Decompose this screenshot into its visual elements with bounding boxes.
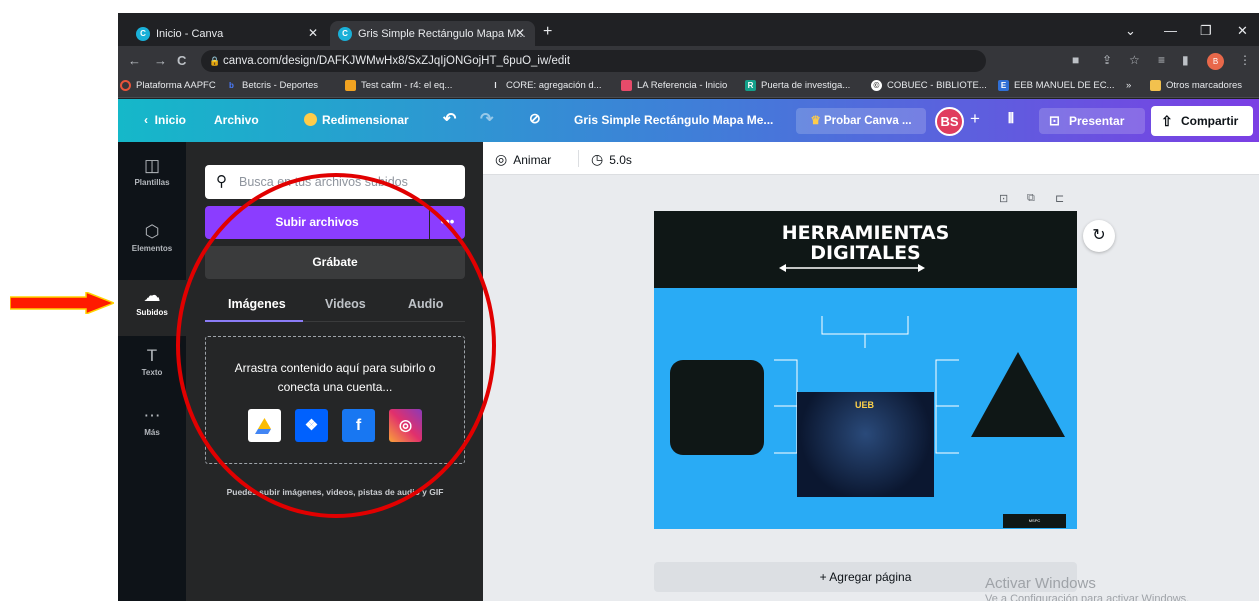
close-window-button[interactable]: ✕ — [1237, 23, 1248, 39]
rail-item-templates[interactable]: ◫ Plantillas — [118, 156, 186, 206]
tab-inicio-canva[interactable]: C Inicio - Canva ✕ — [128, 21, 328, 46]
undo-icon[interactable]: ↶ — [443, 109, 456, 129]
canva-favicon-icon: C — [338, 26, 352, 41]
search-icon: ⚲ — [216, 173, 227, 190]
crown-icon — [304, 113, 317, 126]
tab-search-icon[interactable]: ⌄ — [1125, 23, 1136, 39]
close-tab-icon[interactable]: ✕ — [308, 26, 318, 40]
bookmark-item[interactable]: © COBUEC - BIBLIOTE... — [871, 80, 987, 91]
bookmark-item[interactable]: LA Referencia - Inicio — [621, 80, 727, 91]
chevron-left-icon: ‹ — [144, 113, 155, 127]
address-bar-row: ← → C 🔒 canva.com/design/DAFKJWMwHx8/SxZ… — [118, 46, 1259, 76]
reload-icon[interactable]: C — [177, 53, 186, 68]
elements-icon: ⬡ — [144, 222, 160, 241]
annotation-circle — [176, 173, 496, 518]
annotation-arrow — [10, 292, 114, 314]
side-panel-icon[interactable]: ▮ — [1182, 53, 1189, 67]
slide-title[interactable]: HERRAMIENTAS DIGITALES — [654, 223, 1077, 263]
new-tab-button[interactable]: + — [543, 23, 552, 41]
bookmark-item[interactable]: b Betcris - Deportes — [226, 80, 318, 91]
canva-header: ‹ Inicio Archivo Redimensionar ↶ ↷ ⊘ Gri… — [118, 99, 1259, 142]
more-icon: ⋯ — [143, 406, 161, 425]
slide-footer-tag: MSPC — [1003, 514, 1066, 528]
resize-button[interactable]: Redimensionar — [304, 113, 409, 127]
duration-button[interactable]: ◷ 5.0s — [591, 151, 632, 168]
bookmark-item[interactable]: R Puerta de investiga... — [745, 80, 850, 91]
bookmark-item[interactable]: I CORE: agregación d... — [490, 80, 601, 91]
tab-label: Gris Simple Rectángulo Mapa M... — [358, 27, 526, 40]
present-icon: ⊡ — [1049, 113, 1060, 128]
reading-list-icon[interactable]: ≡ — [1158, 53, 1165, 67]
editor-subtoolbar: ◎ Animar ◷ 5.0s — [483, 142, 1259, 175]
url-field[interactable]: 🔒 canva.com/design/DAFKJWMwHx8/SxZJqIjON… — [201, 50, 986, 72]
camera-icon[interactable]: ■ — [1072, 53, 1079, 67]
lock-page-icon[interactable]: ⊡ — [999, 192, 1008, 205]
double-arrow-line — [779, 264, 925, 272]
other-bookmarks[interactable]: Otros marcadores — [1150, 80, 1242, 91]
menu-dots-icon[interactable]: ⋮ — [1239, 53, 1251, 67]
url-text: canva.com/design/DAFKJWMwHx8/SxZJqIjONGo… — [223, 55, 571, 67]
minimize-button[interactable]: — — [1164, 23, 1177, 38]
left-rail: ◫ Plantillas ⬡ Elementos ☁ Subidos T Texto ⋯… — [118, 142, 186, 601]
share-page-icon[interactable]: ⇪ — [1102, 53, 1112, 67]
triangle-shape[interactable] — [971, 352, 1065, 437]
slide-title-line-2: DIGITALES — [810, 242, 921, 264]
windows-activation-title: Activar Windows — [985, 575, 1096, 592]
lock-icon: 🔒 — [209, 56, 221, 66]
restore-button[interactable]: ❐ — [1200, 23, 1212, 39]
digital-tools-image[interactable]: UEB — [797, 392, 934, 497]
bookmark-item[interactable]: Test cafm - r4: el eq... — [345, 80, 452, 91]
forward-icon[interactable]: → — [154, 53, 167, 68]
windows-activation-subtitle: Ve a Configuración para activar Windows. — [985, 593, 1190, 601]
close-tab-icon[interactable]: ✕ — [515, 26, 525, 40]
profile-avatar[interactable]: B — [1207, 53, 1224, 70]
add-collaborator-button[interactable]: + — [970, 109, 980, 129]
home-button[interactable]: ‹ Inicio — [144, 113, 186, 127]
file-menu-button[interactable]: Archivo — [214, 113, 259, 127]
insights-chart-icon[interactable]: ⫴ — [1008, 110, 1014, 127]
bookmark-item[interactable]: Plataforma AAPFC — [120, 80, 216, 91]
editor-workspace: ◎ Animar ◷ 5.0s ⊡ ⧉ ⊏ HERRAMIENTAS DIGITAL… — [483, 142, 1259, 601]
slide-title-line-1: HERRAMIENTAS — [781, 222, 950, 244]
try-pro-button[interactable]: ♛ Probar Canva ... — [796, 108, 926, 134]
rail-item-more[interactable]: ⋯ Más — [118, 406, 186, 456]
share-upload-icon: ⇧ — [1161, 113, 1173, 129]
user-avatar[interactable]: BS — [935, 107, 964, 136]
tab-strip: C Inicio - Canva ✕ C Gris Simple Rectáng… — [118, 13, 1259, 46]
clock-icon: ◷ — [591, 151, 604, 167]
duplicate-page-icon[interactable]: ⧉ — [1027, 192, 1035, 205]
rail-item-elements[interactable]: ⬡ Elementos — [118, 222, 186, 272]
bookmark-item[interactable]: E EEB MANUEL DE EC... — [998, 80, 1114, 91]
present-button[interactable]: ⊡ Presentar — [1039, 108, 1145, 134]
crown-icon: ♛ — [810, 115, 824, 127]
animate-icon: ◎ — [495, 151, 508, 167]
animate-button[interactable]: ◎ Animar — [495, 151, 551, 168]
bookmark-star-icon[interactable]: ☆ — [1129, 53, 1140, 67]
redo-icon[interactable]: ↷ — [480, 109, 493, 129]
back-icon[interactable]: ← — [128, 53, 141, 68]
bookmarks-overflow[interactable]: » — [1126, 80, 1131, 91]
cloud-saved-icon: ⊘ — [529, 110, 541, 126]
add-page-icon[interactable]: ⊏ — [1055, 192, 1064, 205]
templates-icon: ◫ — [143, 156, 161, 175]
slide-header-band: HERRAMIENTAS DIGITALES — [654, 211, 1077, 288]
upload-cloud-icon: ☁ — [143, 286, 161, 305]
bookmarks-bar: Plataforma AAPFC b Betcris - Deportes Tes… — [118, 76, 1259, 98]
canva-favicon-icon: C — [136, 26, 150, 41]
share-button[interactable]: ⇧ Compartir — [1151, 106, 1253, 136]
tab-label: Inicio - Canva — [156, 27, 224, 40]
tab-design[interactable]: C Gris Simple Rectángulo Mapa M... ✕ — [330, 21, 535, 46]
slide-canvas[interactable]: HERRAMIENTAS DIGITALES UEB MSPC — [654, 211, 1077, 529]
document-title[interactable]: Gris Simple Rectángulo Mapa Me... — [574, 113, 773, 127]
image-caption: UEB — [855, 400, 875, 410]
magic-refresh-icon[interactable]: ↻ — [1083, 220, 1115, 252]
rounded-square-shape[interactable] — [670, 360, 764, 455]
